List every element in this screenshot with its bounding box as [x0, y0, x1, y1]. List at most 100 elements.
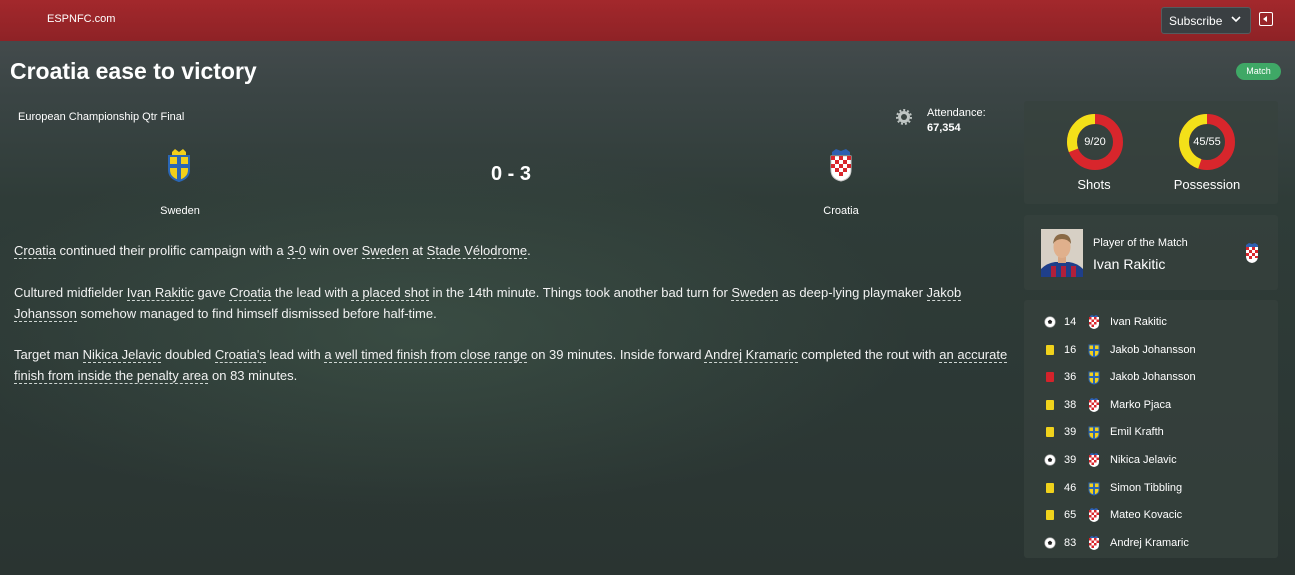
report-link[interactable]: a placed shot: [351, 285, 429, 301]
report-text: on 39 minutes. Inside forward: [527, 347, 705, 362]
report-text: Cultured midfielder: [14, 285, 127, 300]
yellow-card-icon: [1044, 344, 1056, 356]
red-card-icon: [1044, 371, 1056, 383]
football-icon: [1044, 537, 1056, 549]
event-minute: 83: [1064, 536, 1077, 549]
report-text: .: [527, 243, 531, 258]
shots-label: Shots: [1077, 177, 1111, 192]
match-badge[interactable]: Match: [1236, 63, 1281, 80]
event-row[interactable]: 65 Mateo Kovacic: [1024, 506, 1278, 526]
player-photo: [1041, 229, 1083, 277]
yellow-card-icon: [1044, 482, 1056, 494]
report-text: doubled: [161, 347, 215, 362]
yellow-card-icon: [1044, 426, 1056, 438]
croatia-crest-icon[interactable]: [828, 148, 854, 182]
report-text: in the 14th minute. Things took another …: [428, 285, 732, 300]
event-row[interactable]: 16 Jakob Johansson: [1024, 341, 1278, 361]
chevron-down-icon: [1231, 14, 1241, 27]
player-of-the-match-panel[interactable]: Player of the Match Ivan Rakitic: [1024, 215, 1278, 290]
report-link[interactable]: Croatia: [14, 243, 56, 259]
report-text: the lead with: [271, 285, 352, 300]
event-row[interactable]: 39 Emil Krafth: [1024, 423, 1278, 443]
croatia-crest-icon: [1088, 452, 1100, 468]
report-text: as deep-lying playmaker: [778, 285, 927, 300]
home-team-name[interactable]: Sweden: [120, 205, 240, 217]
event-minute: 39: [1064, 426, 1077, 439]
yellow-card-icon: [1044, 509, 1056, 521]
event-row[interactable]: 83 Andrej Kramaric: [1024, 534, 1278, 554]
potm-label: Player of the Match: [1093, 237, 1188, 249]
event-minute: 14: [1064, 316, 1077, 328]
top-bar: ESPNFC.com Subscribe: [0, 0, 1295, 41]
croatia-crest-icon: [1088, 507, 1100, 523]
report-link[interactable]: Andrej Kramaric: [704, 347, 798, 363]
event-player-name[interactable]: Emil Krafth: [1110, 426, 1164, 438]
event-row[interactable]: 39 Nikica Jelavic: [1024, 451, 1278, 471]
report-link[interactable]: Sweden: [731, 285, 779, 301]
possession-donut: 45/55: [1178, 113, 1236, 171]
event-player-name[interactable]: Mateo Kovacic: [1110, 509, 1182, 521]
competition-name[interactable]: European Championship Qtr Final: [18, 111, 184, 123]
event-minute: 16: [1064, 343, 1077, 356]
attendance-value: 67,354: [927, 122, 961, 134]
event-player-name[interactable]: Jakob Johansson: [1110, 371, 1196, 383]
report-paragraph-1: Croatia continued their prolific campaig…: [14, 240, 1014, 261]
event-player-name[interactable]: Simon Tibbling: [1110, 482, 1182, 494]
subscribe-dropdown[interactable]: Subscribe: [1161, 7, 1251, 34]
subscribe-label: Subscribe: [1169, 13, 1223, 28]
report-text: gave: [193, 285, 230, 300]
report-link[interactable]: Ivan Rakitic: [126, 285, 194, 301]
report-text: on 83 minutes.: [208, 368, 298, 383]
sweden-crest-icon: [1088, 480, 1100, 496]
report-link[interactable]: Croatia: [229, 285, 272, 301]
event-minute: 39: [1064, 454, 1077, 466]
croatia-crest-icon: [1088, 314, 1100, 330]
sweden-crest-icon: [1088, 424, 1100, 440]
croatia-crest-icon: [1088, 397, 1100, 413]
event-row[interactable]: 14 Ivan Rakitic: [1024, 313, 1278, 333]
report-text: lead with: [265, 347, 325, 362]
report-link[interactable]: Croatia's: [214, 347, 266, 363]
report-link[interactable]: Sweden: [361, 243, 409, 259]
report-text: completed the rout with: [797, 347, 940, 362]
report-text: win over: [305, 243, 362, 258]
match-stats-panel: 9/20 Shots 45/55 Possession: [1024, 101, 1278, 204]
match-score: 0 - 3: [490, 163, 532, 185]
away-team-name[interactable]: Croatia: [781, 205, 901, 217]
event-player-name[interactable]: Ivan Rakitic: [1110, 316, 1167, 328]
page-title: Croatia ease to victory: [10, 58, 257, 84]
potm-player-name[interactable]: Ivan Rakitic: [1093, 256, 1165, 272]
event-player-name[interactable]: Jakob Johansson: [1110, 344, 1196, 356]
report-text: Target man: [14, 347, 83, 362]
shots-donut: 9/20: [1066, 113, 1124, 171]
report-link[interactable]: Stade Vélodrome: [426, 243, 528, 259]
event-row[interactable]: 36 Jakob Johansson: [1024, 368, 1278, 388]
report-text: at: [408, 243, 427, 258]
report-text: somehow managed to find himself dismisse…: [76, 306, 437, 321]
report-link[interactable]: a well timed finish from close range: [324, 347, 528, 363]
collapse-panel-icon[interactable]: [1259, 12, 1273, 26]
report-link[interactable]: Nikica Jelavic: [82, 347, 162, 363]
stadium-icon: [896, 109, 912, 125]
site-name: ESPNFC.com: [47, 13, 116, 25]
croatia-crest-icon: [1244, 242, 1260, 264]
event-player-name[interactable]: Marko Pjaca: [1110, 399, 1171, 411]
event-row[interactable]: 46 Simon Tibbling: [1024, 479, 1278, 499]
report-text: continued their prolific campaign with a: [55, 243, 288, 258]
event-row[interactable]: 38 Marko Pjaca: [1024, 396, 1278, 416]
croatia-crest-icon: [1088, 535, 1100, 551]
yellow-card-icon: [1044, 399, 1056, 411]
event-player-name[interactable]: Andrej Kramaric: [1110, 537, 1189, 549]
event-minute: 36: [1064, 371, 1077, 384]
report-link[interactable]: 3-0: [287, 243, 306, 259]
football-icon: [1044, 316, 1056, 328]
sweden-crest-icon[interactable]: [167, 148, 191, 183]
possession-label: Possession: [1173, 177, 1241, 192]
event-player-name[interactable]: Nikica Jelavic: [1110, 454, 1177, 466]
report-paragraph-3: Target man Nikica Jelavic doubled Croati…: [14, 344, 1014, 386]
event-minute: 38: [1064, 398, 1077, 411]
sweden-crest-icon: [1088, 342, 1100, 358]
report-paragraph-2: Cultured midfielder Ivan Rakitic gave Cr…: [14, 282, 1014, 324]
football-icon: [1044, 454, 1056, 466]
event-minute: 65: [1064, 509, 1077, 522]
